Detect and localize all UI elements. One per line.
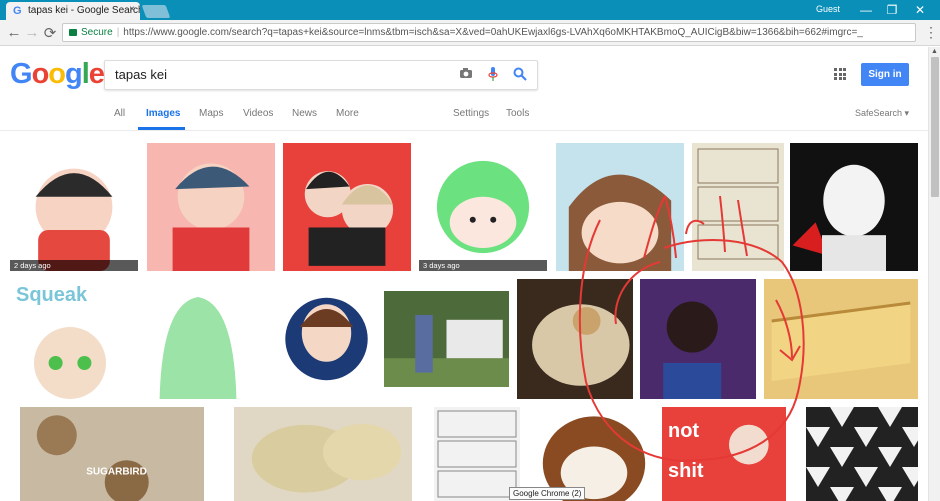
scrollbar-thumb[interactable] bbox=[931, 57, 939, 197]
tab-videos[interactable]: Videos bbox=[243, 108, 273, 119]
image-result[interactable] bbox=[517, 279, 633, 399]
image-thumbnail-graphic bbox=[806, 407, 918, 501]
address-separator: | bbox=[116, 27, 120, 38]
not-label: not bbox=[668, 420, 699, 442]
image-thumbnail-graphic bbox=[384, 315, 509, 387]
google-favicon-icon: G bbox=[13, 5, 22, 17]
microphone-icon[interactable] bbox=[488, 67, 498, 82]
image-result[interactable] bbox=[275, 279, 378, 399]
secure-label: Secure bbox=[81, 27, 113, 38]
image-result[interactable] bbox=[283, 143, 411, 271]
image-thumbnail-graphic bbox=[285, 297, 368, 381]
apps-grid-icon[interactable] bbox=[834, 68, 846, 80]
active-tab-indicator bbox=[138, 127, 185, 130]
url-text[interactable]: https://www.google.com/search?q=tapas+ke… bbox=[123, 27, 863, 38]
image-thumbnail-graphic bbox=[697, 148, 779, 260]
tab-title: tapas kei - Google Search bbox=[28, 5, 140, 16]
tab-more[interactable]: More bbox=[336, 108, 359, 119]
image-result[interactable] bbox=[384, 291, 509, 387]
google-logo[interactable]: Google bbox=[10, 58, 105, 91]
title-bar: G tapas kei - Google Search × Guest — ❐ … bbox=[0, 0, 940, 20]
logo-letter: o bbox=[31, 58, 50, 90]
image-result[interactable] bbox=[692, 143, 784, 271]
image-result[interactable] bbox=[556, 143, 684, 271]
image-result[interactable] bbox=[806, 407, 918, 501]
image-result[interactable] bbox=[234, 407, 412, 501]
tab-news[interactable]: News bbox=[292, 108, 317, 119]
back-arrow-icon[interactable]: ← bbox=[6, 24, 22, 41]
image-result[interactable] bbox=[764, 279, 918, 399]
image-result[interactable]: 3 days ago bbox=[419, 143, 547, 271]
lock-icon bbox=[69, 29, 77, 36]
image-result[interactable] bbox=[790, 143, 918, 271]
image-thumbnail-graphic bbox=[663, 301, 722, 399]
tab-tools[interactable]: Tools bbox=[506, 108, 529, 119]
close-window-button[interactable]: ✕ bbox=[906, 1, 934, 19]
sugarbird-label: SUGARBIRD bbox=[86, 467, 147, 478]
image-thumbnail-graphic bbox=[172, 163, 250, 271]
forward-arrow-icon[interactable]: → bbox=[24, 24, 40, 41]
image-result[interactable] bbox=[138, 279, 258, 399]
new-tab-button[interactable] bbox=[141, 5, 171, 18]
image-result[interactable]: 2 days ago bbox=[10, 143, 138, 271]
image-result[interactable] bbox=[640, 279, 756, 399]
search-header: Google tapas kei Sign in All Images Maps… bbox=[0, 47, 928, 131]
tab-settings[interactable]: Settings bbox=[453, 108, 489, 119]
image-thumbnail-graphic bbox=[35, 168, 113, 271]
image-thumbnail-graphic: not shit bbox=[668, 420, 769, 482]
search-box[interactable]: tapas kei bbox=[104, 60, 538, 90]
image-thumbnail-graphic bbox=[568, 174, 672, 271]
scroll-up-arrow-icon[interactable]: ▲ bbox=[931, 48, 938, 55]
address-bar[interactable]: Secure | https://www.google.com/search?q=t… bbox=[62, 23, 916, 42]
result-timestamp: 2 days ago bbox=[10, 260, 138, 271]
tab-images[interactable]: Images bbox=[146, 108, 180, 119]
image-thumbnail-graphic bbox=[304, 171, 394, 266]
image-thumbnail-graphic bbox=[532, 304, 630, 386]
image-thumbnail-graphic bbox=[436, 160, 530, 254]
image-result[interactable] bbox=[434, 407, 520, 501]
taskbar-tooltip: Google Chrome (2) bbox=[509, 487, 586, 500]
squeak-label: Squeak bbox=[16, 284, 88, 306]
browser-tab[interactable]: G tapas kei - Google Search × bbox=[6, 2, 140, 20]
logo-letter: l bbox=[81, 58, 90, 90]
minimize-button[interactable]: — bbox=[852, 1, 880, 19]
reload-icon[interactable]: ⟳ bbox=[42, 24, 58, 42]
image-result[interactable]: not shit bbox=[662, 407, 786, 501]
logo-letter: e bbox=[88, 58, 105, 90]
image-result[interactable] bbox=[147, 143, 275, 271]
image-thumbnail-graphic: SUGARBIRD bbox=[36, 415, 149, 501]
image-result[interactable]: SUGARBIRD bbox=[20, 407, 204, 501]
tab-maps[interactable]: Maps bbox=[199, 108, 223, 119]
tab-all[interactable]: All bbox=[114, 108, 125, 119]
result-timestamp: 3 days ago bbox=[419, 260, 547, 271]
image-thumbnail-graphic bbox=[792, 164, 886, 271]
sign-in-button[interactable]: Sign in bbox=[861, 63, 909, 86]
image-thumbnail-graphic bbox=[251, 423, 402, 493]
logo-letter: o bbox=[48, 58, 66, 90]
tab-close-icon[interactable]: × bbox=[129, 4, 135, 15]
image-thumbnail-graphic bbox=[159, 297, 237, 399]
image-result[interactable]: Squeak bbox=[10, 279, 130, 399]
logo-letter: G bbox=[10, 58, 33, 90]
guest-profile-label[interactable]: Guest bbox=[816, 4, 840, 14]
search-query-input[interactable]: tapas kei bbox=[115, 67, 167, 82]
image-results-grid: 2 days ago 3 days ago Squeak SUGARBIRD not sh… bbox=[0, 131, 928, 501]
browser-toolbar: ← → ⟳ Secure | https://www.google.com/sear… bbox=[0, 20, 940, 46]
search-icon[interactable] bbox=[513, 67, 527, 81]
image-thumbnail-graphic bbox=[771, 301, 911, 381]
image-thumbnail-graphic: Squeak bbox=[16, 284, 106, 399]
kebab-menu-icon[interactable]: ⋮ bbox=[924, 24, 938, 41]
camera-icon[interactable] bbox=[459, 67, 473, 79]
restore-button[interactable]: ❐ bbox=[878, 1, 906, 19]
shit-label: shit bbox=[668, 460, 704, 482]
image-thumbnail-graphic bbox=[437, 410, 517, 498]
page-scrollbar[interactable]: ▲ bbox=[928, 47, 940, 501]
logo-letter: g bbox=[65, 58, 83, 90]
safesearch-dropdown[interactable]: SafeSearch ▾ bbox=[855, 108, 909, 119]
